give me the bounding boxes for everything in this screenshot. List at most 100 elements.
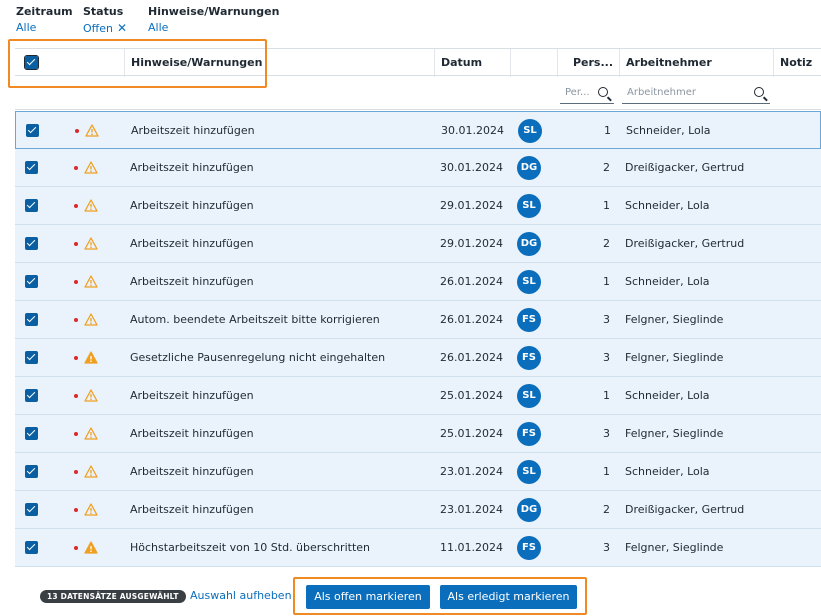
row-warning-text: Arbeitszeit hinzufügen (130, 389, 254, 402)
row-pers-number: 1 (603, 275, 610, 288)
close-icon[interactable]: ✕ (117, 21, 127, 35)
warning-icon (84, 161, 98, 174)
row-pers-number: 2 (603, 237, 610, 250)
table-row[interactable]: Arbeitszeit hinzufügen 29.01.2024 SL 1 Schne… (15, 187, 821, 225)
row-date: 29.01.2024 (440, 199, 503, 212)
search-icon[interactable] (598, 87, 608, 97)
data-table: Hinweise/Warnungen Datum Pers... Arbeitn… (15, 48, 821, 578)
table-row[interactable]: Arbeitszeit hinzufügen 25.01.2024 SL 1 Schne… (15, 377, 821, 415)
table-row[interactable]: Arbeitszeit hinzufügen 25.01.2024 FS 3 Felgn… (15, 415, 821, 453)
row-employee-name: Dreißigacker, Gertrud (625, 503, 745, 516)
row-checkbox[interactable] (25, 389, 38, 402)
table-row[interactable]: Arbeitszeit hinzufügen 23.01.2024 DG 2 Dreiß… (15, 491, 821, 529)
avatar: DG (517, 498, 541, 522)
select-all-checkbox[interactable] (24, 55, 39, 70)
avatar: FS (517, 308, 541, 332)
column-header-arbeitnehmer[interactable]: Arbeitnehmer (619, 49, 773, 77)
row-checkbox[interactable] (25, 275, 38, 288)
row-warning-text: Gesetzliche Pausenregelung nicht eingeha… (130, 351, 386, 364)
row-date: 23.01.2024 (440, 503, 503, 516)
row-checkbox[interactable] (25, 351, 38, 364)
row-date: 25.01.2024 (440, 389, 503, 402)
error-dot-icon (74, 432, 78, 436)
row-checkbox[interactable] (25, 427, 38, 440)
table-row[interactable]: Arbeitszeit hinzufügen 26.01.2024 SL 1 Schne… (15, 263, 821, 301)
filter-status[interactable]: Status Offen ✕ (83, 5, 127, 35)
search-icon[interactable] (754, 87, 764, 97)
row-checkbox[interactable] (25, 541, 38, 554)
warning-icon (84, 351, 98, 364)
table-row[interactable]: Arbeitszeit hinzufügen 30.01.2024 SL 1 Schne… (15, 111, 821, 149)
row-date: 23.01.2024 (440, 465, 503, 478)
warning-icon (84, 465, 98, 478)
pers-filter-input[interactable]: Per... (560, 82, 614, 104)
column-header-notiz[interactable]: Notiz (773, 49, 821, 77)
filter-value[interactable]: Offen ✕ (83, 21, 127, 35)
row-employee-name: Felgner, Sieglinde (625, 351, 724, 364)
row-pers-number: 2 (603, 503, 610, 516)
avatar: SL (518, 119, 542, 143)
avatar: FS (517, 346, 541, 370)
row-pers-number: 3 (603, 313, 610, 326)
column-header-avatar (510, 49, 557, 77)
column-header-pers[interactable]: Pers... (557, 49, 619, 77)
table-row[interactable]: Autom. beendete Arbeitszeit bitte korrig… (15, 301, 821, 339)
filter-value[interactable]: Alle (148, 21, 279, 34)
row-checkbox[interactable] (25, 313, 38, 326)
row-employee-name: Dreißigacker, Gertrud (625, 161, 745, 174)
mark-open-button[interactable]: Als offen markieren (306, 585, 430, 609)
filter-value[interactable]: Alle (16, 21, 73, 34)
warning-icon (84, 541, 98, 554)
selection-footer: 13 DATENSÄTZE AUSGEWÄHLT Auswahl aufhebe… (0, 578, 821, 616)
warning-icon (84, 427, 98, 440)
avatar: SL (517, 270, 541, 294)
row-checkbox[interactable] (26, 124, 39, 137)
row-warning-text: Arbeitszeit hinzufügen (130, 275, 254, 288)
error-dot-icon (74, 166, 78, 170)
row-warning-text: Autom. beendete Arbeitszeit bitte korrig… (130, 313, 380, 326)
avatar: SL (517, 384, 541, 408)
row-employee-name: Felgner, Sieglinde (625, 427, 724, 440)
row-pers-number: 1 (603, 465, 610, 478)
table-row[interactable]: Gesetzliche Pausenregelung nicht eingeha… (15, 339, 821, 377)
row-warning-text: Arbeitszeit hinzufügen (131, 124, 255, 137)
row-checkbox[interactable] (25, 503, 38, 516)
table-body: Arbeitszeit hinzufügen 30.01.2024 SL 1 Schne… (15, 111, 821, 567)
row-pers-number: 2 (603, 161, 610, 174)
warning-icon (84, 503, 98, 516)
row-pers-number: 3 (603, 427, 610, 440)
column-header-datum[interactable]: Datum (434, 49, 510, 77)
warning-icon (84, 275, 98, 288)
row-employee-name: Schneider, Lola (625, 389, 710, 402)
table-row[interactable]: Arbeitszeit hinzufügen 23.01.2024 SL 1 Schne… (15, 453, 821, 491)
avatar: SL (517, 194, 541, 218)
clear-selection-link[interactable]: Auswahl aufheben (190, 589, 292, 602)
avatar: SL (517, 460, 541, 484)
warning-icon (84, 199, 98, 212)
select-all-column (15, 49, 120, 77)
mark-done-button[interactable]: Als erledigt markieren (440, 585, 577, 609)
warning-icon (85, 124, 99, 137)
row-employee-name: Schneider, Lola (626, 124, 711, 137)
row-warning-text: Arbeitszeit hinzufügen (130, 237, 254, 250)
filter-value-text: Alle (148, 21, 169, 34)
column-header-hinweise[interactable]: Hinweise/Warnungen (124, 49, 434, 77)
row-employee-name: Felgner, Sieglinde (625, 541, 724, 554)
filter-zeitraum[interactable]: Zeitraum Alle (16, 5, 73, 34)
row-pers-number: 1 (603, 389, 610, 402)
filter-label: Hinweise/Warnungen (148, 5, 280, 18)
row-checkbox[interactable] (25, 465, 38, 478)
table-row[interactable]: Arbeitszeit hinzufügen 30.01.2024 DG 2 Dreiß… (15, 149, 821, 187)
error-dot-icon (74, 470, 78, 474)
warning-icon (84, 237, 98, 250)
row-checkbox[interactable] (25, 237, 38, 250)
table-row[interactable]: Arbeitszeit hinzufügen 29.01.2024 DG 2 Dreiß… (15, 225, 821, 263)
table-row[interactable]: Höchstarbeitszeit von 10 Std. überschrit… (15, 529, 821, 567)
error-dot-icon (74, 280, 78, 284)
arbeitnehmer-filter-input[interactable]: Arbeitnehmer (622, 82, 770, 104)
row-pers-number: 3 (603, 351, 610, 364)
row-checkbox[interactable] (25, 161, 38, 174)
filter-hinweise[interactable]: Hinweise/Warnungen Alle (148, 5, 279, 34)
avatar: FS (517, 422, 541, 446)
row-checkbox[interactable] (25, 199, 38, 212)
